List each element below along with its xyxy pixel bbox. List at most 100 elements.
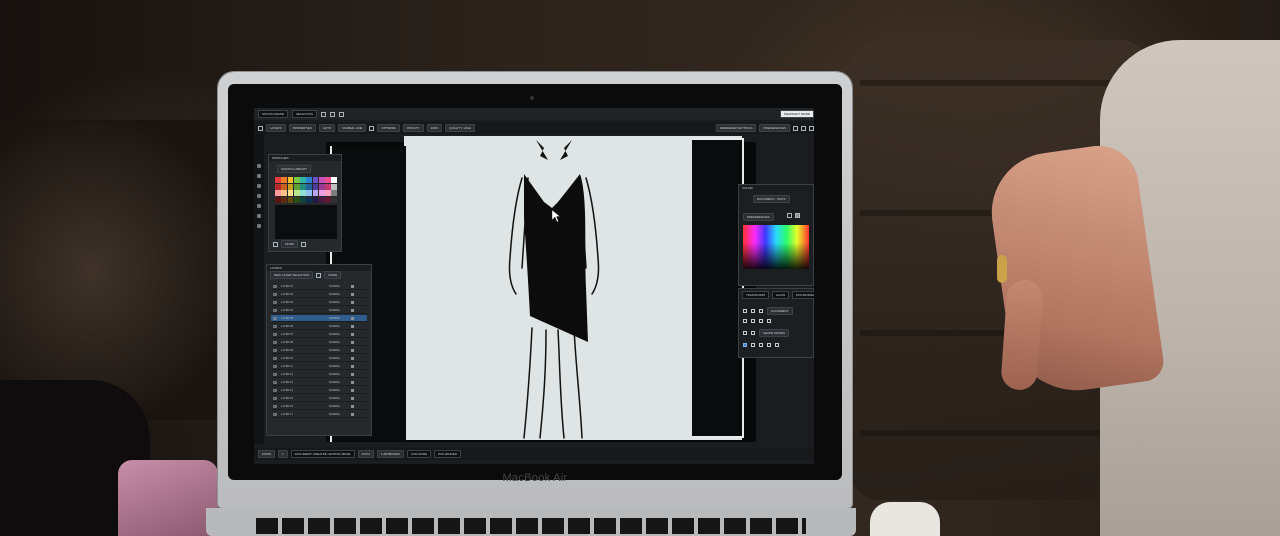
layer-row[interactable]: LAYER 11 NORMAL (271, 363, 367, 370)
pen-icon[interactable] (793, 125, 798, 131)
fashion-figure-sketch[interactable] (494, 138, 614, 440)
layer-blend-mode[interactable]: NORMAL (329, 373, 343, 376)
eye-icon[interactable] (273, 332, 277, 336)
color-swatch[interactable] (312, 183, 319, 190)
move-tool-icon[interactable] (321, 111, 327, 117)
snapshot-button[interactable]: SNAPSHOT MODE (779, 110, 814, 118)
layer-blend-mode[interactable]: NORMAL (329, 285, 343, 288)
eye-icon[interactable] (273, 316, 277, 320)
color-swatch[interactable] (275, 190, 281, 197)
layer-row[interactable]: LAYER 16 NORMAL (271, 403, 367, 410)
pen-tool-icon[interactable] (257, 184, 261, 188)
auto-toggle[interactable]: AUTO (357, 450, 374, 458)
color-preferences-button[interactable]: PREFERENCES (743, 213, 774, 221)
quality-dropdown[interactable]: QUALITY: HIGH (445, 124, 476, 132)
color-swatch[interactable] (325, 183, 331, 190)
opacity-value[interactable]: 100% (426, 124, 443, 132)
layer-blend-mode[interactable]: NORMAL (329, 357, 343, 360)
lock-icon[interactable] (351, 316, 354, 320)
color-swatch[interactable] (300, 190, 306, 197)
lock-icon[interactable] (351, 380, 354, 384)
select-tool-icon[interactable] (257, 164, 261, 168)
color-swatch[interactable] (293, 190, 300, 197)
eye-icon[interactable] (273, 372, 277, 376)
color-swatch[interactable] (318, 190, 325, 197)
layer-row[interactable]: LAYER 09 NORMAL (271, 347, 367, 354)
add-swatch-icon[interactable] (273, 241, 278, 247)
layer-blend-mode[interactable]: NORMAL (329, 413, 343, 416)
new-layer-selection-dropdown[interactable]: NEW LAYER SELECTION (270, 271, 314, 279)
lock-icon[interactable] (351, 308, 354, 312)
lock-icon[interactable] (351, 284, 354, 288)
layer-row[interactable]: LAYER 03 NORMAL (271, 299, 367, 306)
intersect-icon[interactable] (743, 342, 747, 347)
layer-row[interactable]: LAYER 12 NORMAL (271, 371, 367, 378)
zoom-tool-icon[interactable] (257, 224, 261, 228)
color-swatch[interactable] (300, 196, 306, 203)
eye-icon[interactable] (273, 396, 277, 400)
toolbar-dropdown-auto[interactable]: AUTO (318, 124, 336, 132)
align-middle-icon[interactable] (751, 318, 755, 323)
color-swatch[interactable] (275, 177, 281, 184)
grid-icon[interactable] (258, 125, 263, 131)
menu-item[interactable]: SPOON DRAPE (258, 110, 289, 118)
distribute-icon[interactable] (767, 318, 771, 323)
stroke-icon[interactable] (795, 213, 800, 218)
color-swatch[interactable] (312, 196, 319, 203)
color-swatch[interactable] (293, 183, 300, 190)
minus-front-icon[interactable] (751, 330, 755, 335)
eye-icon[interactable] (273, 364, 277, 368)
layer-blend-mode[interactable]: NORMAL (329, 325, 343, 328)
swatch-mode-button[interactable]: MODE (281, 240, 298, 248)
color-swatch[interactable] (281, 177, 287, 184)
rendered-settings-button[interactable]: RENDERED SETTINGS (715, 124, 757, 132)
eye-icon[interactable] (273, 292, 277, 296)
exclude-icon[interactable] (751, 342, 755, 347)
trash-icon[interactable] (301, 241, 306, 247)
color-swatch[interactable] (312, 190, 319, 197)
color-swatch[interactable] (306, 190, 312, 197)
color-swatch[interactable] (287, 190, 294, 197)
layer-blend-mode[interactable]: NORMAL (329, 333, 343, 336)
layer-row[interactable]: LAYER 17 NORMAL (271, 411, 367, 418)
color-swatch[interactable] (306, 196, 312, 203)
eye-icon[interactable] (273, 324, 277, 328)
tab-pathfinder[interactable]: PATHFINDER (792, 291, 814, 299)
layer-row[interactable]: LAYER 06 NORMAL (271, 323, 367, 330)
layer-blend-mode[interactable]: NORMAL (329, 293, 343, 296)
color-swatch[interactable] (312, 177, 319, 184)
color-swatch[interactable] (325, 190, 331, 197)
layer-row[interactable]: LAYER 08 NORMAL (271, 339, 367, 346)
fill-icon[interactable] (787, 213, 792, 218)
layer-row[interactable]: LAYER 07 NORMAL (271, 331, 367, 338)
menu-item[interactable]: SELECTION (292, 110, 318, 118)
toolbar-dropdown-optimize[interactable]: OPTIMIZE (377, 124, 400, 132)
eye-icon[interactable] (273, 404, 277, 408)
lock-icon[interactable] (351, 356, 354, 360)
layer-row[interactable]: LAYER 01 NORMAL (271, 283, 367, 290)
eye-icon[interactable] (273, 308, 277, 312)
layer-blend-mode[interactable]: NORMAL (329, 309, 343, 312)
lock-icon[interactable] (351, 300, 354, 304)
brush-tool-icon[interactable] (257, 174, 261, 178)
color-swatch[interactable] (281, 183, 287, 190)
pathfinder-status[interactable]: PATHFINDER (434, 450, 461, 458)
layer-blend-mode[interactable]: NORMAL (329, 397, 343, 400)
color-swatch[interactable] (293, 196, 300, 203)
color-spectrum-picker[interactable] (743, 225, 809, 269)
color-swatch[interactable] (281, 196, 287, 203)
color-swatch[interactable] (300, 177, 306, 184)
eye-icon[interactable] (273, 300, 277, 304)
eye-icon[interactable] (273, 388, 277, 392)
eye-icon[interactable] (273, 284, 277, 288)
color-swatch[interactable] (325, 196, 331, 203)
layer-blend-mode[interactable]: NORMAL (329, 349, 343, 352)
lock-icon[interactable] (351, 396, 354, 400)
zoom-value[interactable]: 1 (278, 450, 288, 458)
layer-row[interactable]: LAYER 04 NORMAL (271, 307, 367, 314)
color-swatch[interactable] (293, 177, 300, 184)
tab-align[interactable]: ALIGN (772, 291, 790, 299)
frame-tool-icon[interactable] (339, 111, 345, 117)
lock-icon[interactable] (351, 332, 354, 336)
color-swatch[interactable] (318, 196, 325, 203)
